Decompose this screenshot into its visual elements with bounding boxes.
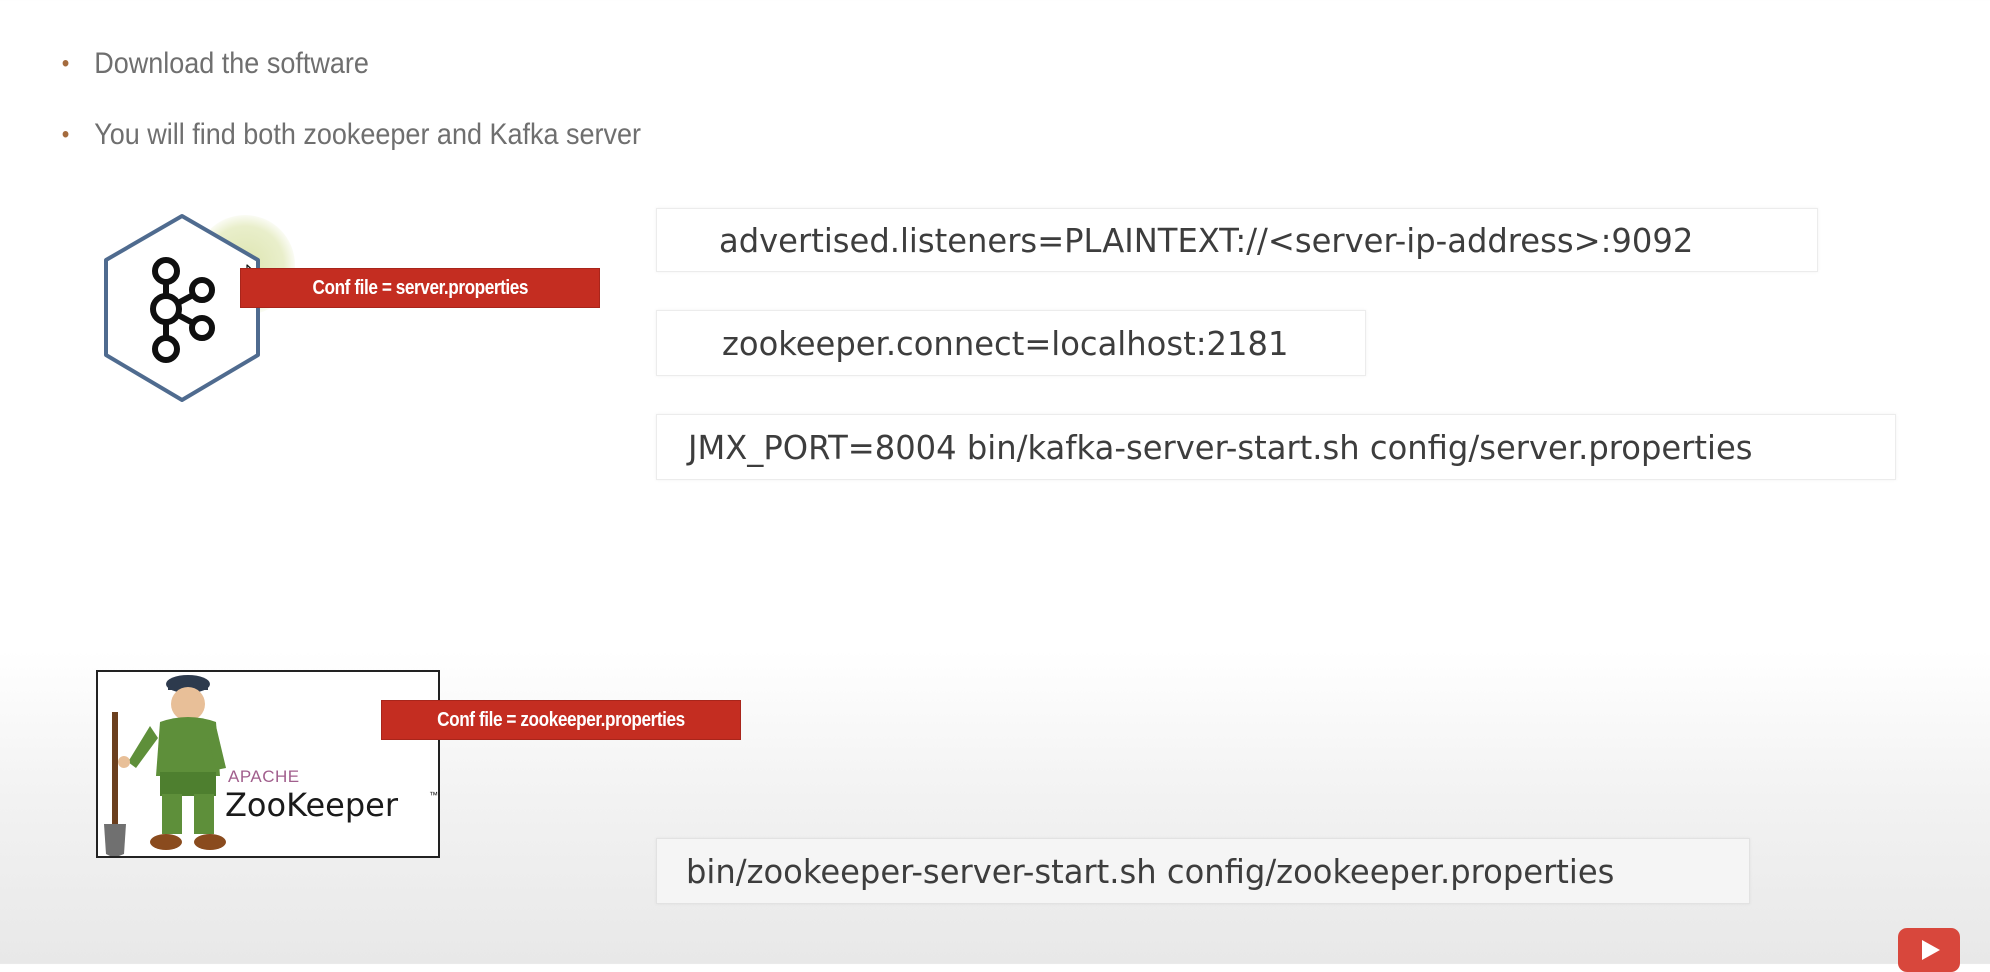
advertised-listeners-command: advertised.listeners=PLAINTEXT://<server… [656, 208, 1818, 272]
youtube-play-icon[interactable] [1898, 928, 1960, 972]
zookeeper-name-text: ZooKeeper [225, 786, 398, 824]
zookeeper-start-command: bin/zookeeper-server-start.sh config/zoo… [656, 838, 1750, 904]
bullet-item: • Download the software [60, 40, 641, 100]
bullet-text: You will find both zookeeper and Kafka s… [94, 118, 642, 151]
kafka-start-command: JMX_PORT=8004 bin/kafka-server-start.sh … [656, 414, 1896, 480]
zookeeper-connect-command: zookeeper.connect=localhost:2181 [656, 310, 1366, 376]
bullet-dot: • [61, 121, 70, 148]
zookeeper-logo: APACHE ZooKeeper ™ [96, 670, 440, 858]
zookeeper-mascot-icon [104, 675, 226, 856]
play-triangle [1922, 940, 1940, 960]
bullet-text: Download the software [94, 47, 369, 80]
bullet-item: • You will find both zookeeper and Kafka… [60, 111, 641, 171]
zookeeper-conf-file-label: Conf file = zookeeper.properties [381, 700, 741, 740]
zookeeper-apache-text: APACHE [228, 767, 300, 786]
bullet-list: • Download the software • You will find … [60, 40, 706, 182]
zookeeper-trademark: ™ [429, 790, 438, 800]
kafka-logo-icon [104, 214, 260, 402]
kafka-conf-file-label: Conf file = server.properties [240, 268, 600, 308]
bullet-dot: • [61, 50, 70, 77]
